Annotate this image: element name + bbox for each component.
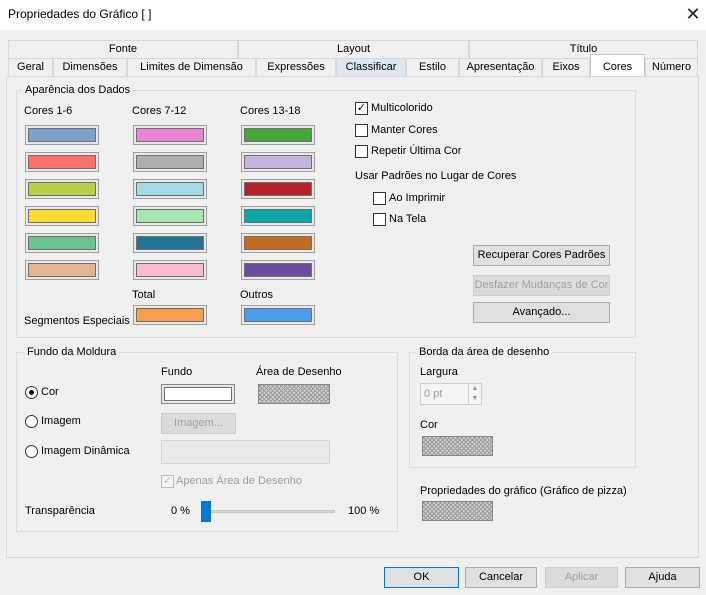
color-swatch-2[interactable]: [25, 152, 99, 172]
color-swatch-16[interactable]: [241, 206, 315, 226]
multicolor-checkbox[interactable]: ✓: [355, 102, 368, 115]
border-color-label: Cor: [420, 419, 438, 431]
tab-fonte[interactable]: Fonte: [8, 40, 238, 58]
advanced-button[interactable]: Avançado...: [473, 302, 610, 323]
tab-apresentacao[interactable]: Apresentação: [459, 58, 542, 76]
total-label: Total: [132, 289, 156, 301]
keep-colors-label: Manter Cores: [371, 124, 438, 136]
repeat-last-color-checkbox[interactable]: [355, 145, 368, 158]
tab-titulo[interactable]: Título: [469, 40, 698, 58]
on-screen-label: Na Tela: [389, 213, 427, 225]
patterns-label: Usar Padrões no Lugar de Cores: [355, 170, 517, 182]
transparency-min-label: 0 %: [171, 505, 190, 517]
drawing-area-label: Área de Desenho: [256, 366, 342, 378]
color-swatch-18[interactable]: [241, 260, 315, 280]
tab-limites-dimensao[interactable]: Limites de Dimensão: [127, 58, 256, 76]
tab-geral[interactable]: Geral: [8, 58, 53, 76]
image-radio-label: Imagem: [41, 415, 81, 427]
color-swatch-8[interactable]: [133, 152, 207, 172]
colors-13-18-label: Cores 13-18: [240, 105, 301, 117]
apply-button[interactable]: Aplicar: [545, 567, 618, 588]
color-swatch-1[interactable]: [25, 125, 99, 145]
cancel-button[interactable]: Cancelar: [465, 567, 537, 588]
close-icon[interactable]: ✕: [682, 3, 704, 25]
chart-properties-label: Propriedades do gráfico (Gráfico de pizz…: [420, 485, 627, 497]
transparency-label: Transparência: [25, 505, 95, 517]
color-swatch-4[interactable]: [25, 206, 99, 226]
others-color-swatch[interactable]: [241, 305, 315, 325]
special-segments-label: Segmentos Especiais: [24, 315, 130, 327]
tab-cores[interactable]: Cores: [590, 54, 645, 76]
image-radio[interactable]: [25, 415, 38, 428]
tab-eixos[interactable]: Eixos: [542, 58, 590, 76]
color-swatch-12[interactable]: [133, 260, 207, 280]
tab-layout[interactable]: Layout: [238, 40, 469, 58]
frame-background-title: Fundo da Moldura: [24, 346, 120, 358]
only-drawing-area-label: Apenas Área de Desenho: [176, 475, 302, 487]
multicolor-label: Multicolorido: [371, 102, 433, 114]
color-swatch-11[interactable]: [133, 233, 207, 253]
plot-border-title: Borda da área de desenho: [416, 346, 553, 358]
background-color-swatch[interactable]: [161, 384, 235, 404]
dynamic-image-radio-label: Imagem Dinâmica: [41, 445, 130, 457]
border-color-swatch[interactable]: [422, 436, 493, 456]
tab-estilo[interactable]: Estilo: [406, 58, 459, 76]
on-screen-checkbox[interactable]: [373, 213, 386, 226]
color-swatch-7[interactable]: [133, 125, 207, 145]
dynamic-image-radio[interactable]: [25, 445, 38, 458]
fundo-label: Fundo: [161, 366, 193, 378]
colors-1-6-label: Cores 1-6: [24, 105, 73, 117]
border-width-label: Largura: [420, 366, 458, 378]
restore-default-colors-button[interactable]: Recuperar Cores Padrões: [473, 245, 610, 266]
color-swatch-6[interactable]: [25, 260, 99, 280]
spin-down-icon[interactable]: ▼: [468, 394, 481, 404]
transparency-slider-thumb[interactable]: [201, 501, 211, 522]
colors-7-12-label: Cores 7-12: [132, 105, 187, 117]
color-swatch-17[interactable]: [241, 233, 315, 253]
on-print-label: Ao Imprimir: [389, 192, 446, 204]
color-swatch-3[interactable]: [25, 179, 99, 199]
window-title: Propriedades do Gráfico [ ]: [8, 7, 152, 21]
data-appearance-group: [16, 90, 636, 338]
keep-colors-checkbox[interactable]: [355, 124, 368, 137]
border-width-spinner[interactable]: 0 pt ▲ ▼: [420, 383, 482, 405]
color-radio[interactable]: [25, 386, 38, 399]
data-appearance-title: Aparência dos Dados: [22, 84, 134, 96]
dynamic-image-field[interactable]: [161, 440, 330, 464]
spin-up-icon[interactable]: ▲: [468, 384, 481, 394]
tab-numero[interactable]: Número: [645, 58, 698, 76]
tab-dimensoes[interactable]: Dimensões: [53, 58, 127, 76]
color-swatch-10[interactable]: [133, 206, 207, 226]
tab-classificar[interactable]: Classificar: [336, 58, 406, 76]
transparency-slider-track[interactable]: [203, 510, 335, 513]
transparency-max-label: 100 %: [348, 505, 380, 517]
color-radio-label: Cor: [41, 386, 59, 398]
border-width-value: 0 pt: [424, 388, 443, 400]
color-swatch-15[interactable]: [241, 179, 315, 199]
on-print-checkbox[interactable]: [373, 192, 386, 205]
color-swatch-9[interactable]: [133, 179, 207, 199]
others-label: Outros: [240, 289, 274, 301]
tab-expressoes[interactable]: Expressões: [256, 58, 336, 76]
image-button[interactable]: Imagem...: [161, 413, 236, 434]
color-swatch-14[interactable]: [241, 152, 315, 172]
tab-row-lower: Geral Dimensões Limites de Dimensão Expr…: [8, 54, 698, 76]
color-swatch-5[interactable]: [25, 233, 99, 253]
help-button[interactable]: Ajuda: [625, 567, 700, 588]
undo-color-changes-button[interactable]: Desfazer Mudanças de Cor: [473, 275, 610, 296]
chart-properties-swatch[interactable]: [422, 501, 493, 521]
repeat-last-color-label: Repetir Última Cor: [371, 145, 462, 157]
color-swatch-13[interactable]: [241, 125, 315, 145]
drawing-area-color-swatch[interactable]: [258, 384, 330, 404]
ok-button[interactable]: OK: [384, 567, 459, 588]
only-drawing-area-checkbox[interactable]: ✓: [161, 475, 174, 488]
total-color-swatch[interactable]: [133, 305, 207, 325]
